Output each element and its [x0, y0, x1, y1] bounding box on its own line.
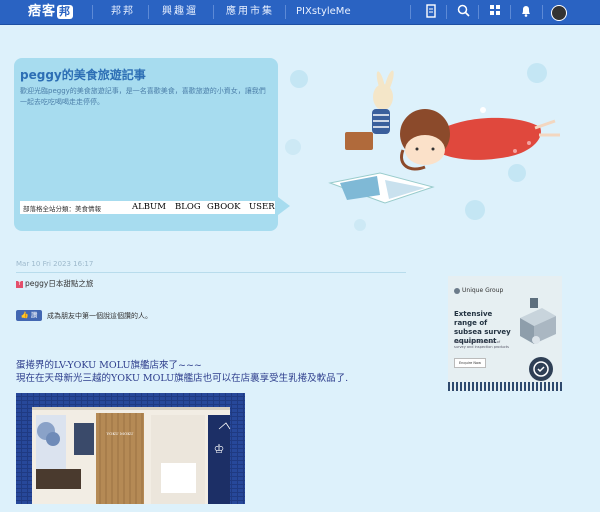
nav-item-app-market[interactable]: 應用市集	[226, 0, 274, 24]
ad-stripe	[448, 382, 562, 391]
ad-brand: Unique Group	[454, 287, 503, 294]
sidebar-ad[interactable]: Unique Group Extensive range of subsea s…	[448, 276, 562, 391]
facebook-like-button[interactable]: 👍 讚	[16, 310, 42, 321]
header-illustration	[285, 63, 560, 231]
like-count-text: 成為朋友中第一個說這個讚的人。	[47, 312, 152, 320]
blog-link[interactable]: BLOG	[175, 202, 201, 212]
pixnet-logo[interactable]: 痞客邦	[24, 2, 77, 22]
post-headline: 蛋捲界的LV-YOKU MOLU旗艦店來了~~~	[16, 360, 202, 371]
blog-category[interactable]: 部落格全站分類：美食情報	[23, 203, 101, 213]
user-link[interactable]: USER	[249, 202, 275, 212]
top-navigation-bar: 痞客邦 邦邦 興趣遛 應用市集 PIXstyleMe	[0, 0, 600, 25]
nav-divider	[92, 5, 93, 19]
nav-item-interests[interactable]: 興趣遛	[162, 0, 198, 24]
category-icon: T	[16, 280, 23, 288]
nav-divider	[478, 5, 479, 19]
nav-divider	[148, 5, 149, 19]
gbook-link[interactable]: GBOOK	[207, 202, 240, 212]
album-link[interactable]: ALBUM	[132, 202, 166, 212]
nav-item-pixstyleme[interactable]: PIXstyleMe	[296, 0, 351, 24]
post-text: 現在在天母新光三越的YOKU MOLU旗艦店也可以在店裏享受生乳捲及軟品了.	[16, 373, 349, 384]
bookmark-icon[interactable]	[423, 4, 439, 20]
search-icon[interactable]	[455, 4, 471, 20]
nav-divider	[410, 5, 411, 19]
nav-divider	[285, 5, 286, 19]
nav-divider	[213, 5, 214, 19]
store-sign-text: YOKU MOKU	[106, 431, 135, 436]
badge-icon	[529, 357, 553, 381]
nav-divider	[510, 5, 511, 19]
user-avatar[interactable]	[551, 5, 567, 21]
ad-subtitle: Most complete portfolio of survey and in…	[454, 340, 510, 349]
bell-icon[interactable]	[518, 4, 534, 20]
blog-description: 歡迎光臨peggy的美食旅遊記事，是一名喜歡美食，喜歡旅遊的小資女，讓我們一起去…	[20, 87, 266, 106]
grid-icon[interactable]	[487, 4, 503, 20]
brand-logo-icon	[454, 287, 460, 294]
store-photo[interactable]: YOKU MOKU ♔	[16, 393, 245, 504]
post-category[interactable]: Tpeggy日本甜點之旅	[16, 278, 93, 289]
nav-divider	[542, 5, 543, 19]
nav-item-bangbang[interactable]: 邦邦	[111, 0, 135, 24]
post-date: Mar 10 Fri 2023 16:17	[16, 260, 94, 268]
nav-divider	[446, 5, 447, 19]
blog-title[interactable]: peggy的美食旅遊記事	[20, 66, 146, 83]
equipment-image	[520, 298, 556, 344]
ad-enquire-button[interactable]: Enquire Now	[454, 358, 486, 368]
thumbs-up-icon: 👍	[20, 311, 29, 319]
store-logo-mark: ♔	[214, 442, 225, 456]
